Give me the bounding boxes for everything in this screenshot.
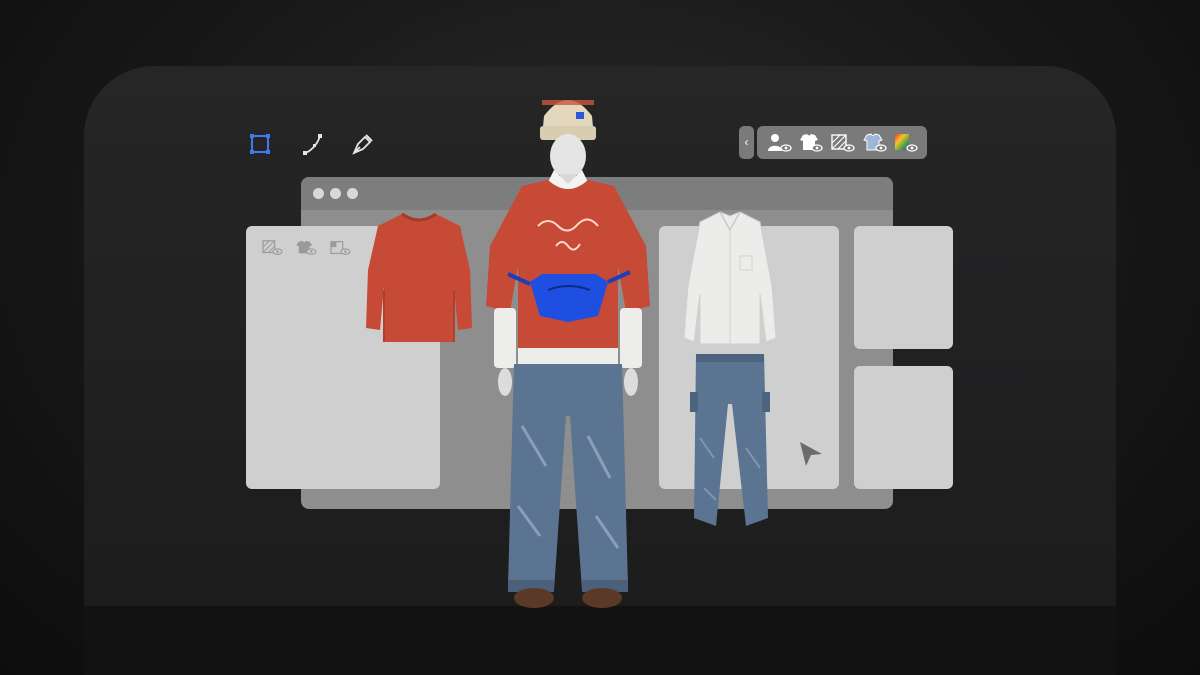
layer-visibility-icon[interactable] bbox=[328, 239, 352, 257]
avatar-model[interactable] bbox=[478, 86, 658, 610]
pattern-visibility-icon[interactable] bbox=[829, 132, 855, 154]
sweater-garment[interactable] bbox=[362, 210, 476, 352]
garment-visibility-icon[interactable] bbox=[797, 132, 824, 154]
window-control-dot[interactable] bbox=[313, 188, 324, 199]
collapse-panel-button[interactable]: ‹ bbox=[739, 126, 754, 159]
device-bottom-edge bbox=[84, 606, 1116, 675]
shirt-and-jeans-garment[interactable] bbox=[680, 208, 780, 538]
visibility-toolbar bbox=[757, 126, 927, 159]
pattern-visibility-icon[interactable] bbox=[260, 239, 284, 257]
garment-texture-visibility-icon[interactable] bbox=[861, 132, 887, 154]
pen-tool-icon[interactable] bbox=[351, 132, 375, 156]
card-visibility-icons bbox=[260, 239, 352, 257]
garment-card-empty-2[interactable] bbox=[854, 366, 953, 489]
window-control-dot[interactable] bbox=[330, 188, 341, 199]
garment-visibility-icon[interactable] bbox=[294, 239, 318, 257]
color-visibility-icon[interactable] bbox=[892, 132, 918, 154]
rectangle-select-icon[interactable] bbox=[248, 132, 272, 156]
garment-card-empty-1[interactable] bbox=[854, 226, 953, 349]
window-control-dot[interactable] bbox=[347, 188, 358, 199]
pointer-cursor-icon bbox=[800, 442, 822, 466]
curve-tool-icon[interactable] bbox=[301, 132, 325, 156]
avatar-visibility-icon[interactable] bbox=[766, 132, 792, 154]
